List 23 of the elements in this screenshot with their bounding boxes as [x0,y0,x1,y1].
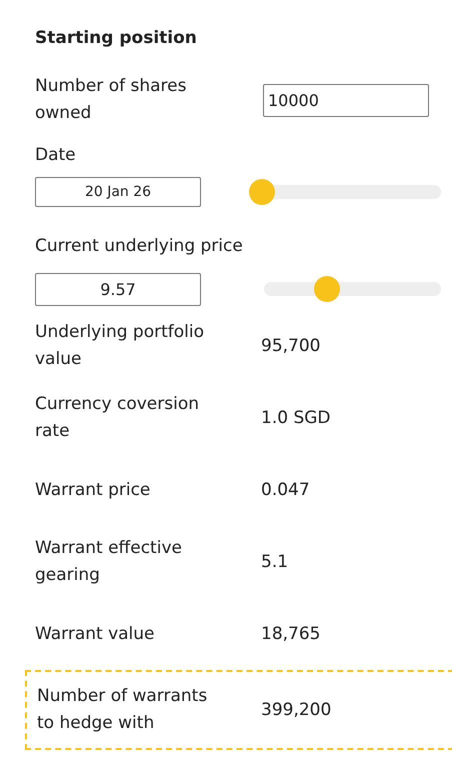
row-value: 5.1 [261,552,288,572]
field-label: Number of shares owned [35,75,188,125]
row-label: Warrant value [35,622,156,646]
date-field[interactable]: 20 Jan 26 [35,177,201,207]
row-label: Number of warrants to hedge with [37,685,208,735]
section-title: Starting position [35,28,198,48]
row-value: 18,765 [261,624,320,644]
row-value: 0.047 [261,480,310,500]
field-label: Current underlying price [35,235,244,258]
slider-thumb[interactable] [249,179,275,205]
row-label: Underlying portfolio value [35,321,206,371]
slider[interactable] [264,276,441,302]
input-field[interactable]: 9.57 [35,272,201,306]
slider[interactable] [249,179,441,205]
row-label: Currency coversion rate [35,393,200,443]
field-label: Date [35,144,77,167]
row-value: 399,200 [261,700,332,720]
row-value: 1.0 SGD [261,408,330,428]
row-label: Warrant effective gearing [35,537,183,587]
input-field[interactable]: 10000 [263,84,429,116]
row-value: 95,700 [261,336,320,356]
slider-thumb[interactable] [314,276,340,302]
row-label: Warrant price [35,478,152,502]
